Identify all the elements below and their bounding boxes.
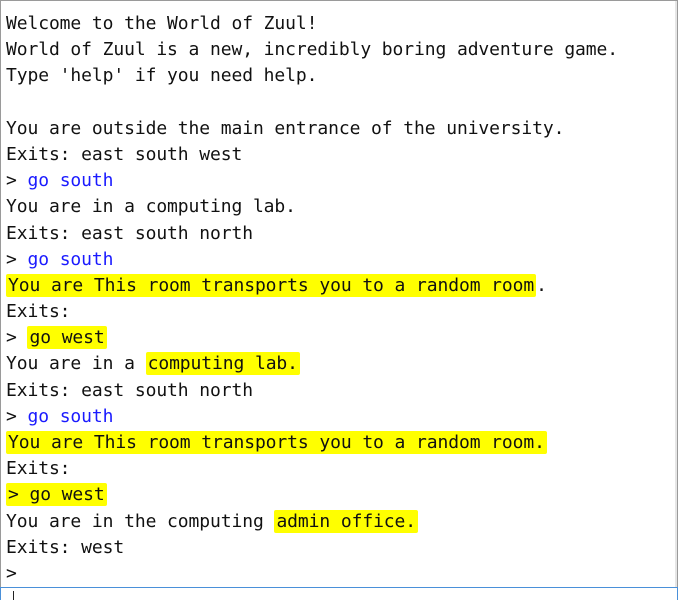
transcript-line: You are in a computing lab. [6,194,618,220]
line-text: > [6,170,28,192]
transcript-line: > go south [6,404,618,430]
transcript-line: Type 'help' if you need help. [6,63,618,89]
line-text: Exits: [6,301,71,323]
transcript-line: Exits: east south north [6,221,618,247]
highlighted-text: computing lab. [145,352,300,376]
line-text: Exits: east south north [6,222,253,244]
line-text: > [6,327,28,349]
command-input[interactable] [0,587,678,600]
transcript-line: You are outside the main entrance of the… [6,116,618,142]
line-text: Exits: east south west [6,143,243,165]
line-text: You are in the computing [6,510,275,532]
line-text: Welcome to the World of Zuul! [6,13,318,34]
command-text: go south [27,170,114,192]
transcript-line: World of Zuul is a new, incredibly borin… [6,37,618,63]
line-text: You are outside the main entrance of the… [6,117,565,139]
transcript-line [6,90,618,116]
line-text: You are in a computing lab. [6,196,296,218]
transcript-line: > [6,561,618,587]
line-text: > [6,248,28,270]
highlighted-text: You are This room transports you to a ra… [6,431,547,454]
transcript-line: You are in the computing admin office. [6,509,618,535]
transcript-line: Exits: east south west [6,142,618,168]
line-text: . [536,274,547,296]
transcript-line: Exits: east south north [6,378,618,404]
transcript-line: You are in a computing lab. [6,351,618,377]
transcript-line: > go south [6,168,618,194]
line-text: World of Zuul is a new, incredibly borin… [6,39,619,61]
transcript-line: You are This room transports you to a ra… [6,430,618,456]
transcript-line: > go west [6,325,618,351]
transcript-line: Exits: [6,456,618,482]
transcript-line: Welcome to the World of Zuul! [6,11,618,37]
line-text: Exits: east south north [6,379,253,401]
line-text: You are in a [6,353,146,375]
transcript-line: Exits: [6,299,618,325]
transcript-line: Exits: west [6,535,618,561]
highlighted-text: go west [27,326,107,350]
transcript-line: > go south [6,247,618,273]
highlighted-text: admin office. [274,509,419,533]
game-output-pane: Welcome to the World of Zuul! World of Zu… [0,0,678,588]
transcript-line: You are This room transports you to a ra… [6,273,618,299]
transcript-line: > go west [6,482,618,508]
command-text: go south [27,248,114,270]
highlighted-text: You are This room transports you to a ra… [6,273,537,297]
highlighted-text: > go west [6,483,107,507]
command-text: go south [27,405,114,427]
vertical-scrollbar[interactable] [675,1,677,588]
line-text: Exits: west [6,536,125,558]
game-transcript: Welcome to the World of Zuul! World of Zu… [6,11,618,587]
line-text: > [6,405,28,427]
line-text: > [6,562,17,584]
line-text: Exits: [6,458,71,480]
line-text: Type 'help' if you need help. [6,65,318,87]
